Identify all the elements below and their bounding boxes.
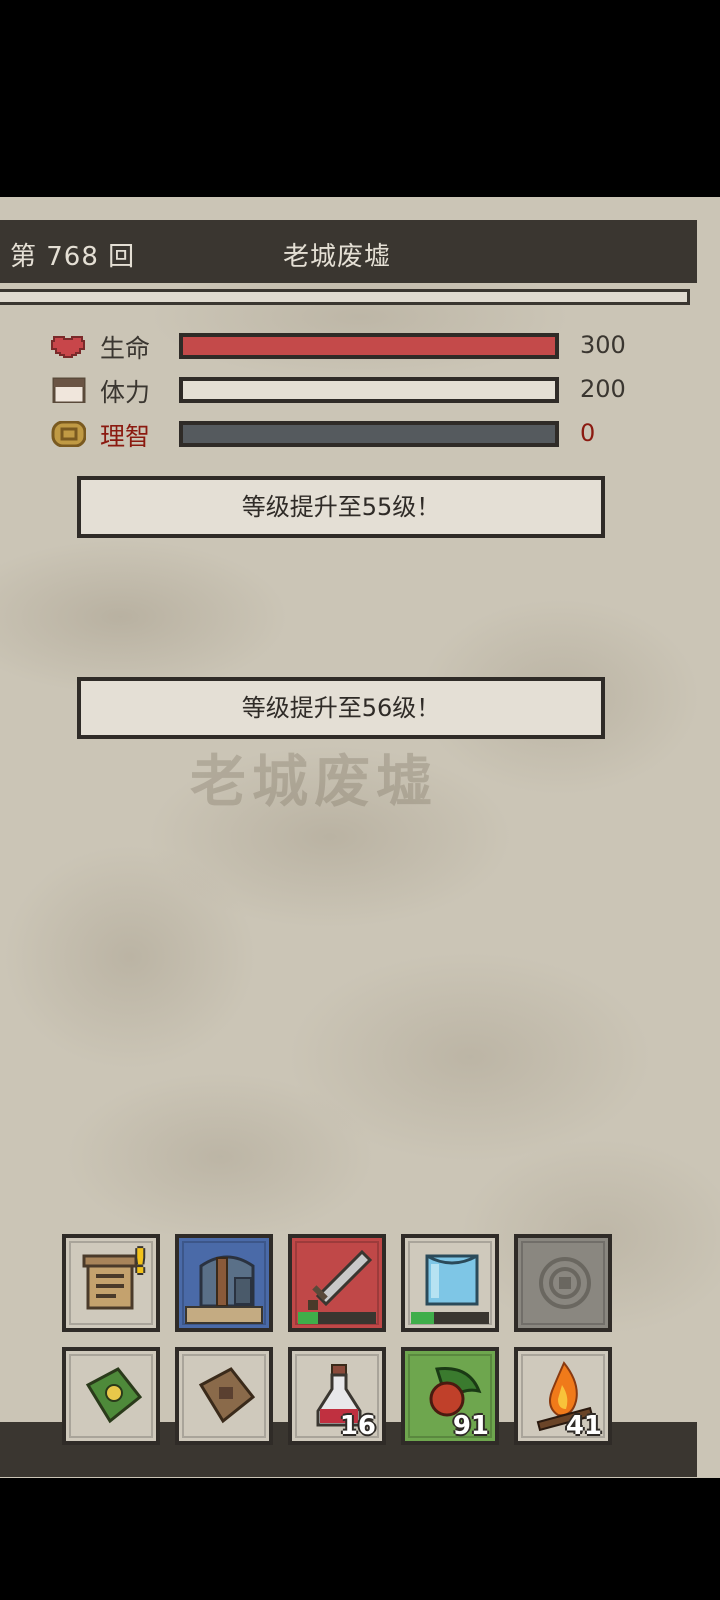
armor-slot[interactable] <box>401 1234 499 1332</box>
sword-icon <box>308 1249 373 1310</box>
level-up-message[interactable]: 等级提升至56级！ <box>77 677 605 739</box>
campfire-slot[interactable]: 41 <box>514 1347 612 1445</box>
round-counter: 第 768 回 <box>10 242 136 272</box>
stamina-value: 200 <box>580 375 626 403</box>
stat-label: 生命 <box>100 334 151 363</box>
weapon-slot[interactable] <box>288 1234 386 1332</box>
sanity-icon <box>51 421 86 447</box>
campfire-count: 41 <box>565 1411 602 1441</box>
backpack-button[interactable] <box>175 1234 273 1332</box>
empty-rune-icon <box>539 1257 591 1309</box>
food-count: 91 <box>452 1411 489 1441</box>
armor-icon <box>425 1254 479 1306</box>
sanity-value: 0 <box>580 419 596 447</box>
food-slot[interactable]: 91 <box>401 1347 499 1445</box>
life-bar <box>179 333 559 359</box>
level-up-message[interactable]: 等级提升至55级！ <box>77 476 605 538</box>
stat-label: 体力 <box>100 378 151 407</box>
exploration-progress-bar <box>0 289 690 305</box>
rune-slot[interactable] <box>514 1234 612 1332</box>
journal-button[interactable] <box>175 1347 273 1445</box>
life-value: 300 <box>580 331 626 359</box>
heart-icon <box>51 336 85 358</box>
stat-label: 理智 <box>100 422 151 451</box>
stat-life: 生命 300 <box>50 331 650 363</box>
title-bar: 第 768 回 老城废墟 <box>0 220 697 283</box>
backpack-icon <box>199 1255 255 1308</box>
sanity-bar <box>179 421 559 447</box>
stat-stamina: 体力 200 <box>50 375 650 407</box>
location-watermark: 老城废墟 <box>190 750 438 815</box>
skill-book-button[interactable] <box>62 1347 160 1445</box>
journal-icon <box>198 1367 256 1424</box>
location-name: 老城废墟 <box>283 242 392 272</box>
potion-count: 16 <box>339 1411 376 1441</box>
skill-book-icon <box>85 1367 143 1424</box>
face-icon <box>52 377 86 403</box>
game-screen: 第 768 回 老城废墟 生命 300 体力 200 理智 0 等级提升至55级… <box>0 197 720 1478</box>
stat-sanity: 理智 0 <box>50 419 650 451</box>
stamina-bar <box>179 377 559 403</box>
quest-alert-icon: ! <box>132 1242 148 1282</box>
potion-slot[interactable]: 16 <box>288 1347 386 1445</box>
quest-button[interactable]: ! <box>62 1234 160 1332</box>
